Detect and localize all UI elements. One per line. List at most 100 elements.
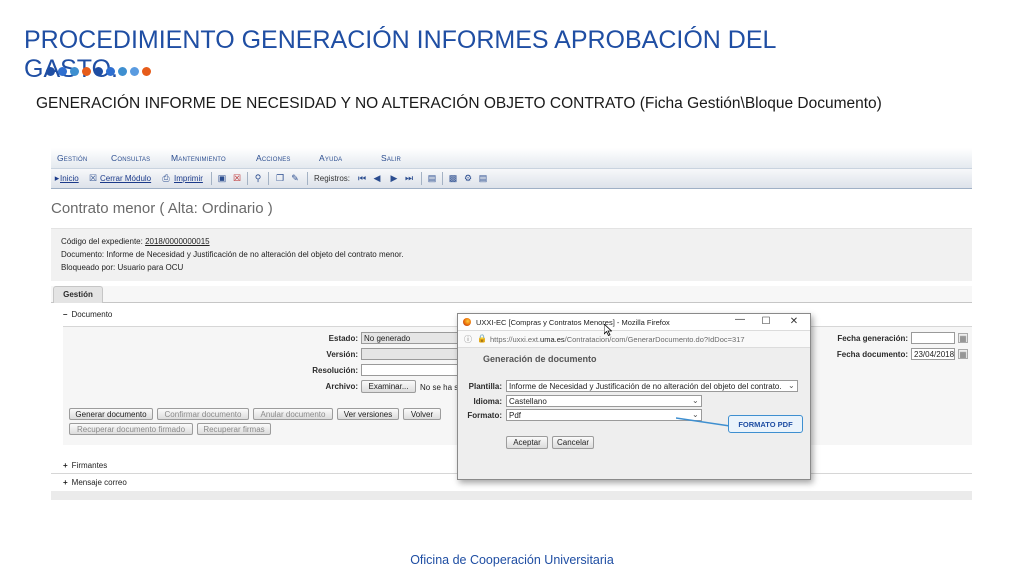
- menu-acciones[interactable]: Acciones: [256, 153, 291, 163]
- version-label: Versión:: [326, 350, 358, 359]
- decorative-dot: [58, 67, 67, 76]
- fecha-generacion-field[interactable]: [911, 332, 955, 344]
- bloqueado-line: Bloqueado por: Usuario para OCU: [61, 263, 184, 272]
- section-documento[interactable]: – Documento: [63, 310, 112, 319]
- chevron-down-icon[interactable]: ⌄: [788, 381, 795, 390]
- toolbar-divider: [268, 172, 269, 185]
- toolbar-divider: [442, 172, 443, 185]
- toolbar-divider: [421, 172, 422, 185]
- resolucion-field[interactable]: [361, 364, 471, 376]
- edit-icon[interactable]: ✎: [289, 172, 301, 184]
- confirmar-documento-button[interactable]: Confirmar documento: [157, 408, 249, 420]
- previous-record-icon[interactable]: ◀: [371, 172, 383, 184]
- generar-documento-button[interactable]: Generar documento: [69, 408, 153, 420]
- idioma-label: Idioma:: [473, 397, 502, 406]
- section-firmantes[interactable]: + Firmantes: [63, 461, 107, 470]
- cerrar-modulo-link[interactable]: Cerrar Módulo: [100, 174, 151, 183]
- expediente-value[interactable]: 2018/0000000015: [145, 237, 210, 246]
- inicio-link[interactable]: Inicio: [60, 174, 79, 183]
- decorative-dot: [130, 67, 139, 76]
- toolbar-divider: [247, 172, 248, 185]
- close-module-icon[interactable]: ☒: [87, 172, 99, 184]
- idioma-select[interactable]: Castellano: [506, 395, 702, 407]
- section-firmantes-label: Firmantes: [71, 461, 108, 470]
- generate-document-dialog: UXXI-EC [Compras y Contratos Menores] - …: [457, 313, 811, 480]
- dialog-window-title: UXXI-EC [Compras y Contratos Menores] - …: [476, 318, 670, 327]
- menu-gestion[interactable]: Gestión: [57, 153, 87, 163]
- examinar-button[interactable]: Examinar...: [361, 380, 416, 393]
- expediente-label: Código del expediente:: [61, 237, 143, 246]
- url-prefix: https://uxxi.ext.: [490, 335, 541, 344]
- tab-strip: Gestión: [51, 286, 972, 303]
- record-info-box: Código del expediente: 2018/0000000015 D…: [51, 228, 972, 281]
- recuperar-documento-firmado-button[interactable]: Recuperar documento firmado: [69, 423, 193, 435]
- decorative-dot: [70, 67, 79, 76]
- dialog-heading: Generación de documento: [483, 354, 597, 364]
- calendar-icon[interactable]: ▦: [958, 333, 968, 343]
- chevron-down-icon[interactable]: ⌄: [692, 396, 699, 405]
- formato-pdf-callout: FORMATO PDF: [728, 415, 803, 433]
- version-field: 1: [361, 348, 471, 360]
- resolucion-label: Resolución:: [312, 366, 358, 375]
- estado-field: No generado: [361, 332, 471, 344]
- form-icon[interactable]: ▤: [426, 172, 438, 184]
- maximize-icon[interactable]: ☐: [760, 316, 772, 327]
- expand-icon[interactable]: +: [63, 478, 68, 487]
- formato-label: Formato:: [467, 411, 502, 420]
- volver-button[interactable]: Volver: [403, 408, 441, 420]
- documento-line: Documento: Informe de Necesidad y Justif…: [61, 250, 404, 259]
- close-icon[interactable]: ✕: [788, 316, 800, 327]
- fecha-documento-field[interactable]: 23/04/2018: [911, 348, 955, 360]
- search-icon[interactable]: ⚲: [252, 172, 264, 184]
- dialog-url-bar[interactable]: ⓘ 🔒 https://uxxi.ext.uma.es/Contratacion…: [458, 331, 810, 348]
- callout-connector: [676, 417, 730, 427]
- decorative-dot: [142, 67, 151, 76]
- bottom-bar: [51, 491, 972, 500]
- decorative-dots: [46, 67, 151, 79]
- print-icon[interactable]: ⎙: [160, 172, 172, 184]
- delete-icon[interactable]: ☒: [231, 172, 243, 184]
- mouse-cursor-icon: [604, 324, 612, 336]
- menu-consultas[interactable]: Consultas: [111, 153, 150, 163]
- copy-icon[interactable]: ❐: [274, 172, 286, 184]
- aceptar-button[interactable]: Aceptar: [506, 436, 548, 449]
- minimize-icon[interactable]: —: [734, 314, 746, 325]
- slide-footer: Oficina de Cooperación Universitaria: [410, 553, 614, 567]
- save-icon[interactable]: ▣: [216, 172, 228, 184]
- calendar-icon[interactable]: ▦: [958, 349, 968, 359]
- menu-salir[interactable]: Salir: [381, 153, 401, 163]
- lock-icon: 🔒: [477, 334, 487, 343]
- section-mensaje-correo[interactable]: + Mensaje correo: [63, 478, 127, 487]
- ver-versiones-button[interactable]: Ver versiones: [337, 408, 399, 420]
- expand-icon[interactable]: +: [63, 461, 68, 470]
- archivo-label: Archivo:: [325, 382, 358, 391]
- menu-ayuda[interactable]: Ayuda: [319, 153, 342, 163]
- decorative-dot: [118, 67, 127, 76]
- last-record-icon[interactable]: ⏭: [403, 172, 415, 184]
- tab-gestion[interactable]: Gestión: [53, 286, 103, 303]
- anular-documento-button[interactable]: Anular documento: [253, 408, 333, 420]
- url-domain: uma.es: [540, 335, 565, 344]
- recuperar-firmas-button[interactable]: Recuperar firmas: [197, 423, 271, 435]
- first-record-icon[interactable]: ⏮: [356, 172, 368, 184]
- fecha-generacion-label: Fecha generación:: [837, 334, 908, 343]
- dialog-url: https://uxxi.ext.uma.es/Contratacion/com…: [490, 335, 745, 344]
- gear-icon[interactable]: ⚙: [462, 172, 474, 184]
- tools-icon[interactable]: ▤: [477, 172, 489, 184]
- imprimir-link[interactable]: Imprimir: [174, 174, 203, 183]
- dialog-body: Generación de documento Plantilla: Infor…: [458, 348, 810, 479]
- decorative-dot: [106, 67, 115, 76]
- decorative-dot: [46, 67, 55, 76]
- next-record-icon[interactable]: ▶: [388, 172, 400, 184]
- menu-mantenimiento[interactable]: Mantenimiento: [171, 153, 226, 163]
- plantilla-select[interactable]: Informe de Necesidad y Justificación de …: [506, 380, 798, 392]
- slide-subtitle: GENERACIÓN INFORME DE NECESIDAD Y NO ALT…: [36, 95, 882, 112]
- collapse-icon[interactable]: –: [63, 310, 67, 319]
- document-icon[interactable]: ▩: [447, 172, 459, 184]
- form-title: Contrato menor ( Alta: Ordinario ): [51, 200, 273, 217]
- formato-select[interactable]: Pdf: [506, 409, 702, 421]
- info-icon[interactable]: ⓘ: [464, 334, 472, 345]
- cancelar-button[interactable]: Cancelar: [552, 436, 594, 449]
- firefox-icon: [463, 318, 471, 326]
- toolbar: ▸ Inicio ☒ Cerrar Módulo ⎙ Imprimir ▣ ☒ …: [51, 169, 972, 189]
